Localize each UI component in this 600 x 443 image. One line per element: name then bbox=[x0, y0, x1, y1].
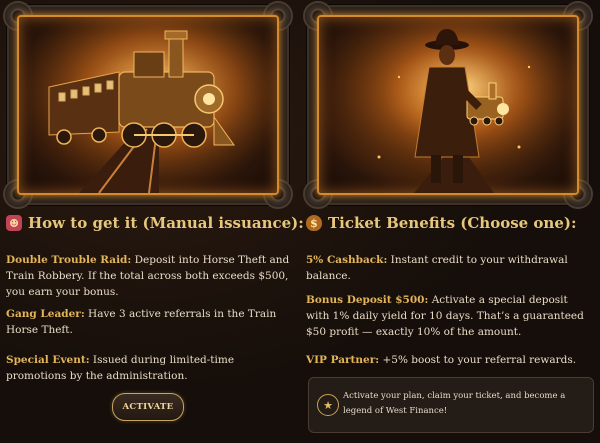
gang-emoji-icon: ☻ bbox=[6, 215, 22, 231]
item-label: Special Event: bbox=[6, 354, 90, 366]
item-text: +5% boost to your referral rewards. bbox=[379, 354, 577, 366]
item-label: 5% Cashback: bbox=[306, 254, 388, 266]
sheriff-star-icon: ★ bbox=[317, 394, 339, 416]
cta-banner: ★ Activate your plan, claim your ticket,… bbox=[308, 377, 594, 433]
special-event-item: Special Event: Issued during limited-tim… bbox=[6, 352, 294, 384]
ticket-benefits-column: $ Ticket Benefits (Choose one): 5% Cashb… bbox=[300, 0, 600, 443]
cowboy-with-train-illustration bbox=[317, 15, 579, 195]
cowboy-drawing bbox=[319, 17, 577, 193]
steam-train-drawing bbox=[19, 17, 277, 193]
cowboy-image-frame bbox=[305, 3, 591, 207]
how-to-get-heading: ☻ How to get it (Manual issuance): bbox=[6, 214, 304, 232]
double-trouble-raid-item: Double Trouble Raid: Deposit into Horse … bbox=[6, 252, 294, 300]
cta-text: Activate your plan, claim your ticket, a… bbox=[343, 391, 566, 416]
item-label: VIP Partner: bbox=[306, 354, 380, 366]
activate-button[interactable]: ACTIVATE bbox=[112, 393, 184, 421]
steam-train-illustration bbox=[17, 15, 279, 195]
money-bag-emoji-icon: $ bbox=[306, 215, 322, 231]
train-image-frame bbox=[5, 3, 291, 207]
ticket-benefits-heading: $ Ticket Benefits (Choose one): bbox=[306, 214, 577, 232]
item-label: Bonus Deposit $500: bbox=[306, 294, 429, 306]
how-to-get-column: ☻ How to get it (Manual issuance): Doubl… bbox=[0, 0, 304, 443]
cashback-benefit-item: 5% Cashback: Instant credit to your with… bbox=[306, 252, 594, 284]
ticket-benefits-title: Ticket Benefits (Choose one): bbox=[328, 214, 577, 232]
bonus-deposit-benefit-item: Bonus Deposit $500: Activate a special d… bbox=[306, 292, 594, 340]
vip-partner-benefit-item: VIP Partner: +5% boost to your referral … bbox=[306, 352, 594, 368]
gang-leader-item: Gang Leader: Have 3 active referrals in … bbox=[6, 306, 294, 338]
item-label: Gang Leader: bbox=[6, 308, 85, 320]
how-to-get-title: How to get it (Manual issuance): bbox=[28, 214, 304, 232]
item-label: Double Trouble Raid: bbox=[6, 254, 132, 266]
